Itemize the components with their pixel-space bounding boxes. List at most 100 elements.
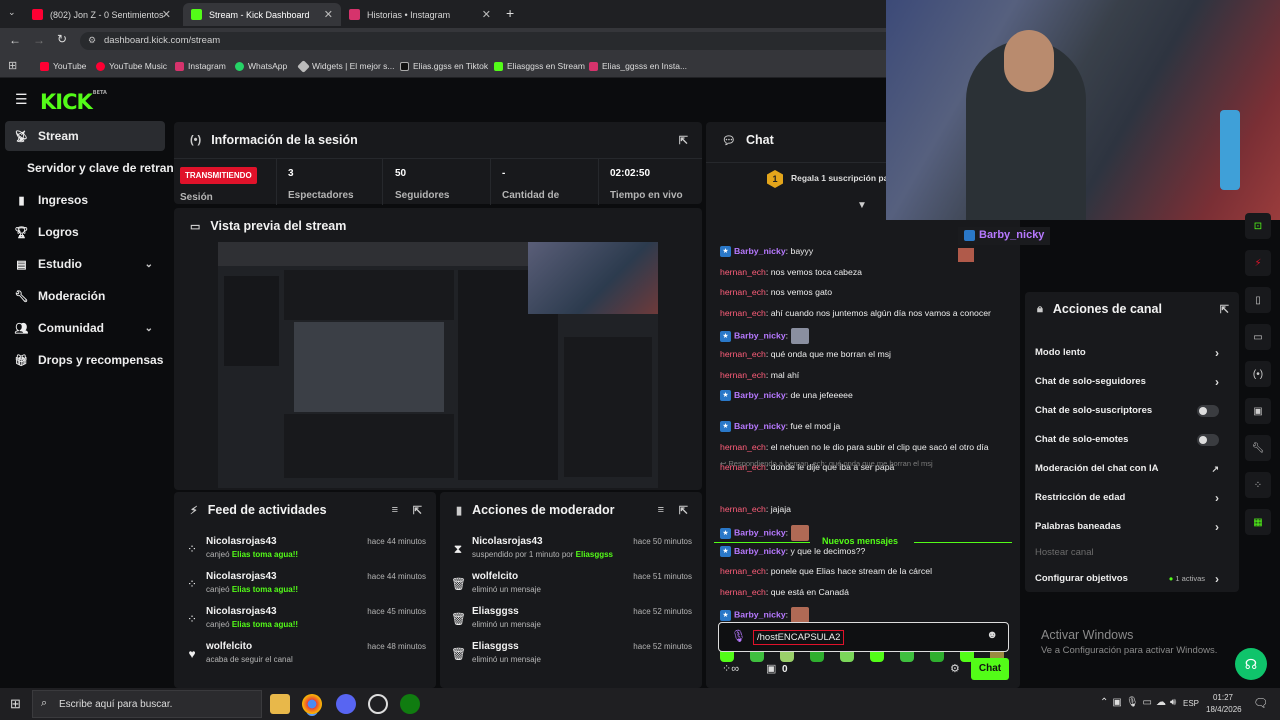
filter-icon[interactable]: ≡ bbox=[392, 504, 398, 516]
rail-chat-icon[interactable]: ▭ bbox=[1245, 324, 1271, 350]
filter-icon[interactable]: ≡ bbox=[658, 504, 664, 516]
close-icon[interactable]: ✕ bbox=[482, 8, 491, 21]
chat-message[interactable]: ★ Barby_nicky: fue el mod ja bbox=[720, 421, 840, 433]
rail-community-icon[interactable]: ⁘ bbox=[1245, 472, 1271, 498]
hamburger-menu-icon[interactable]: ☰ bbox=[15, 91, 28, 108]
action-solo-seguidores[interactable]: Chat de solo-seguidores › bbox=[1035, 375, 1219, 394]
emoji-icon[interactable]: ☻ bbox=[986, 629, 998, 641]
chrome-icon[interactable] bbox=[302, 694, 322, 714]
new-messages-divider[interactable]: Nuevos mensajes bbox=[714, 536, 1012, 548]
clock[interactable]: 01:27 18/4/2026 bbox=[1206, 692, 1242, 716]
bookmark-tiktok[interactable]: Elias.ggss en Tiktok bbox=[400, 61, 488, 71]
sidebar-item-drops[interactable]: 🎁︎ Drops y recompensas bbox=[5, 345, 165, 375]
bookmark-widgets[interactable]: Widgets | El mejor s... bbox=[297, 59, 395, 73]
tab-kick-dashboard[interactable]: Stream - Kick Dashboard ✕ bbox=[183, 3, 341, 26]
bookmark-kick[interactable]: Eliasggss en Stream bbox=[494, 61, 585, 71]
action-configurar-objetivos[interactable]: Configurar objetivos ● 1 activas › bbox=[1035, 572, 1219, 591]
chat-message[interactable]: hernan_ech: ahí cuando nos juntemos algú… bbox=[720, 308, 991, 318]
file-explorer-icon[interactable] bbox=[270, 694, 290, 714]
users-infinite-icon[interactable]: ⁘∞ bbox=[722, 662, 739, 675]
chat-username[interactable]: hernan_ech bbox=[720, 349, 766, 359]
close-icon[interactable]: ✕ bbox=[324, 8, 333, 21]
action-moderacion-ia[interactable]: Moderación del chat con IA ↗ bbox=[1035, 463, 1219, 481]
chat-message[interactable]: hernan_ech: nos vemos gato bbox=[720, 287, 832, 297]
url-input[interactable]: ⚙ dashboard.kick.com/stream bbox=[80, 32, 900, 50]
stream-preview-video[interactable] bbox=[218, 242, 658, 488]
chat-message[interactable]: hernan_ech: jajaja bbox=[720, 504, 791, 514]
xbox-icon[interactable] bbox=[400, 694, 420, 714]
chat-username[interactable]: hernan_ech bbox=[720, 267, 766, 277]
chat-username[interactable]: hernan_ech bbox=[720, 504, 766, 514]
floating-help-button[interactable]: ☊ bbox=[1235, 648, 1267, 680]
chat-message[interactable]: ★ Barby_nicky: bbox=[720, 607, 809, 623]
chat-message[interactable]: ★ Barby_nicky: bayyy bbox=[720, 246, 813, 258]
chat-message[interactable]: ★ Barby_nicky: de una jefeeeee bbox=[720, 390, 853, 402]
sidebar-item-logros[interactable]: 🏆︎ Logros bbox=[5, 217, 165, 247]
rail-broadcast-icon[interactable]: (•) bbox=[1245, 361, 1271, 387]
chat-username[interactable]: Barby_nicky bbox=[734, 390, 786, 400]
chat-send-button[interactable]: Chat bbox=[971, 658, 1009, 680]
toggle-solo-suscriptores[interactable] bbox=[1197, 405, 1219, 417]
rail-document-icon[interactable]: ▯ bbox=[1245, 287, 1271, 313]
chat-username[interactable]: hernan_ech bbox=[720, 442, 766, 452]
popout-icon[interactable]: ⇱ bbox=[413, 504, 422, 517]
chat-username[interactable]: hernan_ech bbox=[720, 587, 766, 597]
sidebar-item-stream[interactable]: 📡︎ Stream bbox=[5, 121, 165, 151]
language-indicator[interactable]: ESP bbox=[1183, 699, 1199, 708]
discord-icon[interactable] bbox=[336, 694, 356, 714]
chat-message[interactable]: hernan_ech: el nehuen no le dio para sub… bbox=[720, 442, 989, 452]
apps-grid-icon[interactable]: ⊞ bbox=[8, 59, 17, 72]
rail-lock-icon[interactable]: ▣ bbox=[1245, 398, 1271, 424]
chat-message[interactable]: hernan_ech: mal ahí bbox=[720, 370, 799, 380]
settings-gear-icon[interactable]: ⚙ bbox=[950, 662, 960, 675]
chat-input[interactable]: 🎙︎ /hostENCAPSULA2 ☻ bbox=[718, 622, 1009, 652]
rail-bolt-icon[interactable]: ⚡︎ bbox=[1245, 250, 1271, 276]
notifications-icon[interactable]: 🗨︎ bbox=[1253, 696, 1268, 710]
rail-wrench-icon[interactable]: 🔧︎ bbox=[1245, 435, 1271, 461]
chat-username[interactable]: Barby_nicky bbox=[734, 246, 786, 256]
tab-youtube[interactable]: (802) Jon Z - 0 Sentimientos ✕ bbox=[24, 3, 179, 26]
obs-icon[interactable] bbox=[368, 694, 388, 714]
sidebar-item-comunidad[interactable]: 👥︎ Comunidad ⌄ bbox=[5, 313, 165, 343]
bookmark-youtube-music[interactable]: YouTube Music bbox=[96, 61, 167, 71]
rail-qr-icon[interactable]: ⊡ bbox=[1245, 213, 1271, 239]
sidebar-item-estudio[interactable]: ▤ Estudio ⌄ bbox=[5, 249, 165, 279]
tab-instagram[interactable]: Historias • Instagram ✕ bbox=[341, 3, 499, 26]
chat-username[interactable]: Barby_nicky bbox=[734, 330, 786, 340]
chat-message[interactable]: hernan_ech: qué onda que me borran el ms… bbox=[720, 349, 891, 359]
chat-username[interactable]: hernan_ech bbox=[720, 308, 766, 318]
site-info-icon[interactable]: ⚙ bbox=[88, 35, 96, 46]
bookmark-youtube[interactable]: YouTube bbox=[40, 61, 86, 71]
chat-username[interactable]: hernan_ech bbox=[720, 370, 766, 380]
action-modo-lento[interactable]: Modo lento › bbox=[1035, 346, 1219, 365]
bookmark-whatsapp[interactable]: WhatsApp bbox=[235, 61, 287, 71]
chat-message[interactable]: hernan_ech: que está en Canadá bbox=[720, 587, 849, 597]
bookmark-instagram[interactable]: Instagram bbox=[175, 61, 226, 71]
forward-icon[interactable]: → bbox=[33, 33, 45, 47]
new-tab-icon[interactable]: + bbox=[506, 5, 514, 21]
action-restriccion-edad[interactable]: Restricción de edad › bbox=[1035, 491, 1219, 510]
chat-message[interactable]: hernan_ech: ponele que Elias hace stream… bbox=[720, 566, 932, 576]
chat-username[interactable]: Barby_nicky bbox=[734, 609, 786, 619]
popout-icon[interactable]: ⇱ bbox=[679, 504, 688, 517]
chat-message[interactable]: hernan_ech: nos vemos toca cabeza bbox=[720, 267, 862, 277]
windows-start-icon[interactable]: ⊞ bbox=[10, 696, 21, 712]
chat-username[interactable]: Barby_nicky bbox=[734, 421, 786, 431]
taskbar-search[interactable]: ⌕ Escribe aquí para buscar. bbox=[32, 690, 262, 718]
bookmark-instagram-2[interactable]: Elias_ggsss en Insta... bbox=[589, 61, 687, 71]
popout-icon[interactable]: ⇱ bbox=[679, 134, 688, 147]
rail-clapper-icon[interactable]: ▦ bbox=[1245, 509, 1271, 535]
toggle-solo-emotes[interactable] bbox=[1197, 434, 1219, 446]
close-icon[interactable]: ✕ bbox=[162, 8, 171, 21]
chat-username[interactable]: hernan_ech bbox=[720, 566, 766, 576]
reload-icon[interactable]: ↻ bbox=[57, 32, 67, 46]
popout-icon[interactable]: ⇱ bbox=[1220, 303, 1229, 316]
pin-filter-icon[interactable]: ▼ bbox=[857, 200, 867, 211]
action-palabras-baneadas[interactable]: Palabras baneadas › bbox=[1035, 520, 1219, 539]
tray-icons[interactable]: ⌃▣🎙︎▭☁︎🔊︎ bbox=[1100, 697, 1180, 708]
back-icon[interactable]: ← bbox=[9, 33, 21, 47]
chat-message[interactable]: ★ Barby_nicky: bbox=[720, 328, 809, 344]
chat-username[interactable]: hernan_ech bbox=[720, 287, 766, 297]
sidebar-item-moderacion[interactable]: 🔧︎ Moderación bbox=[5, 281, 165, 311]
tab-search-chevron-icon[interactable]: ⌄ bbox=[8, 7, 16, 18]
